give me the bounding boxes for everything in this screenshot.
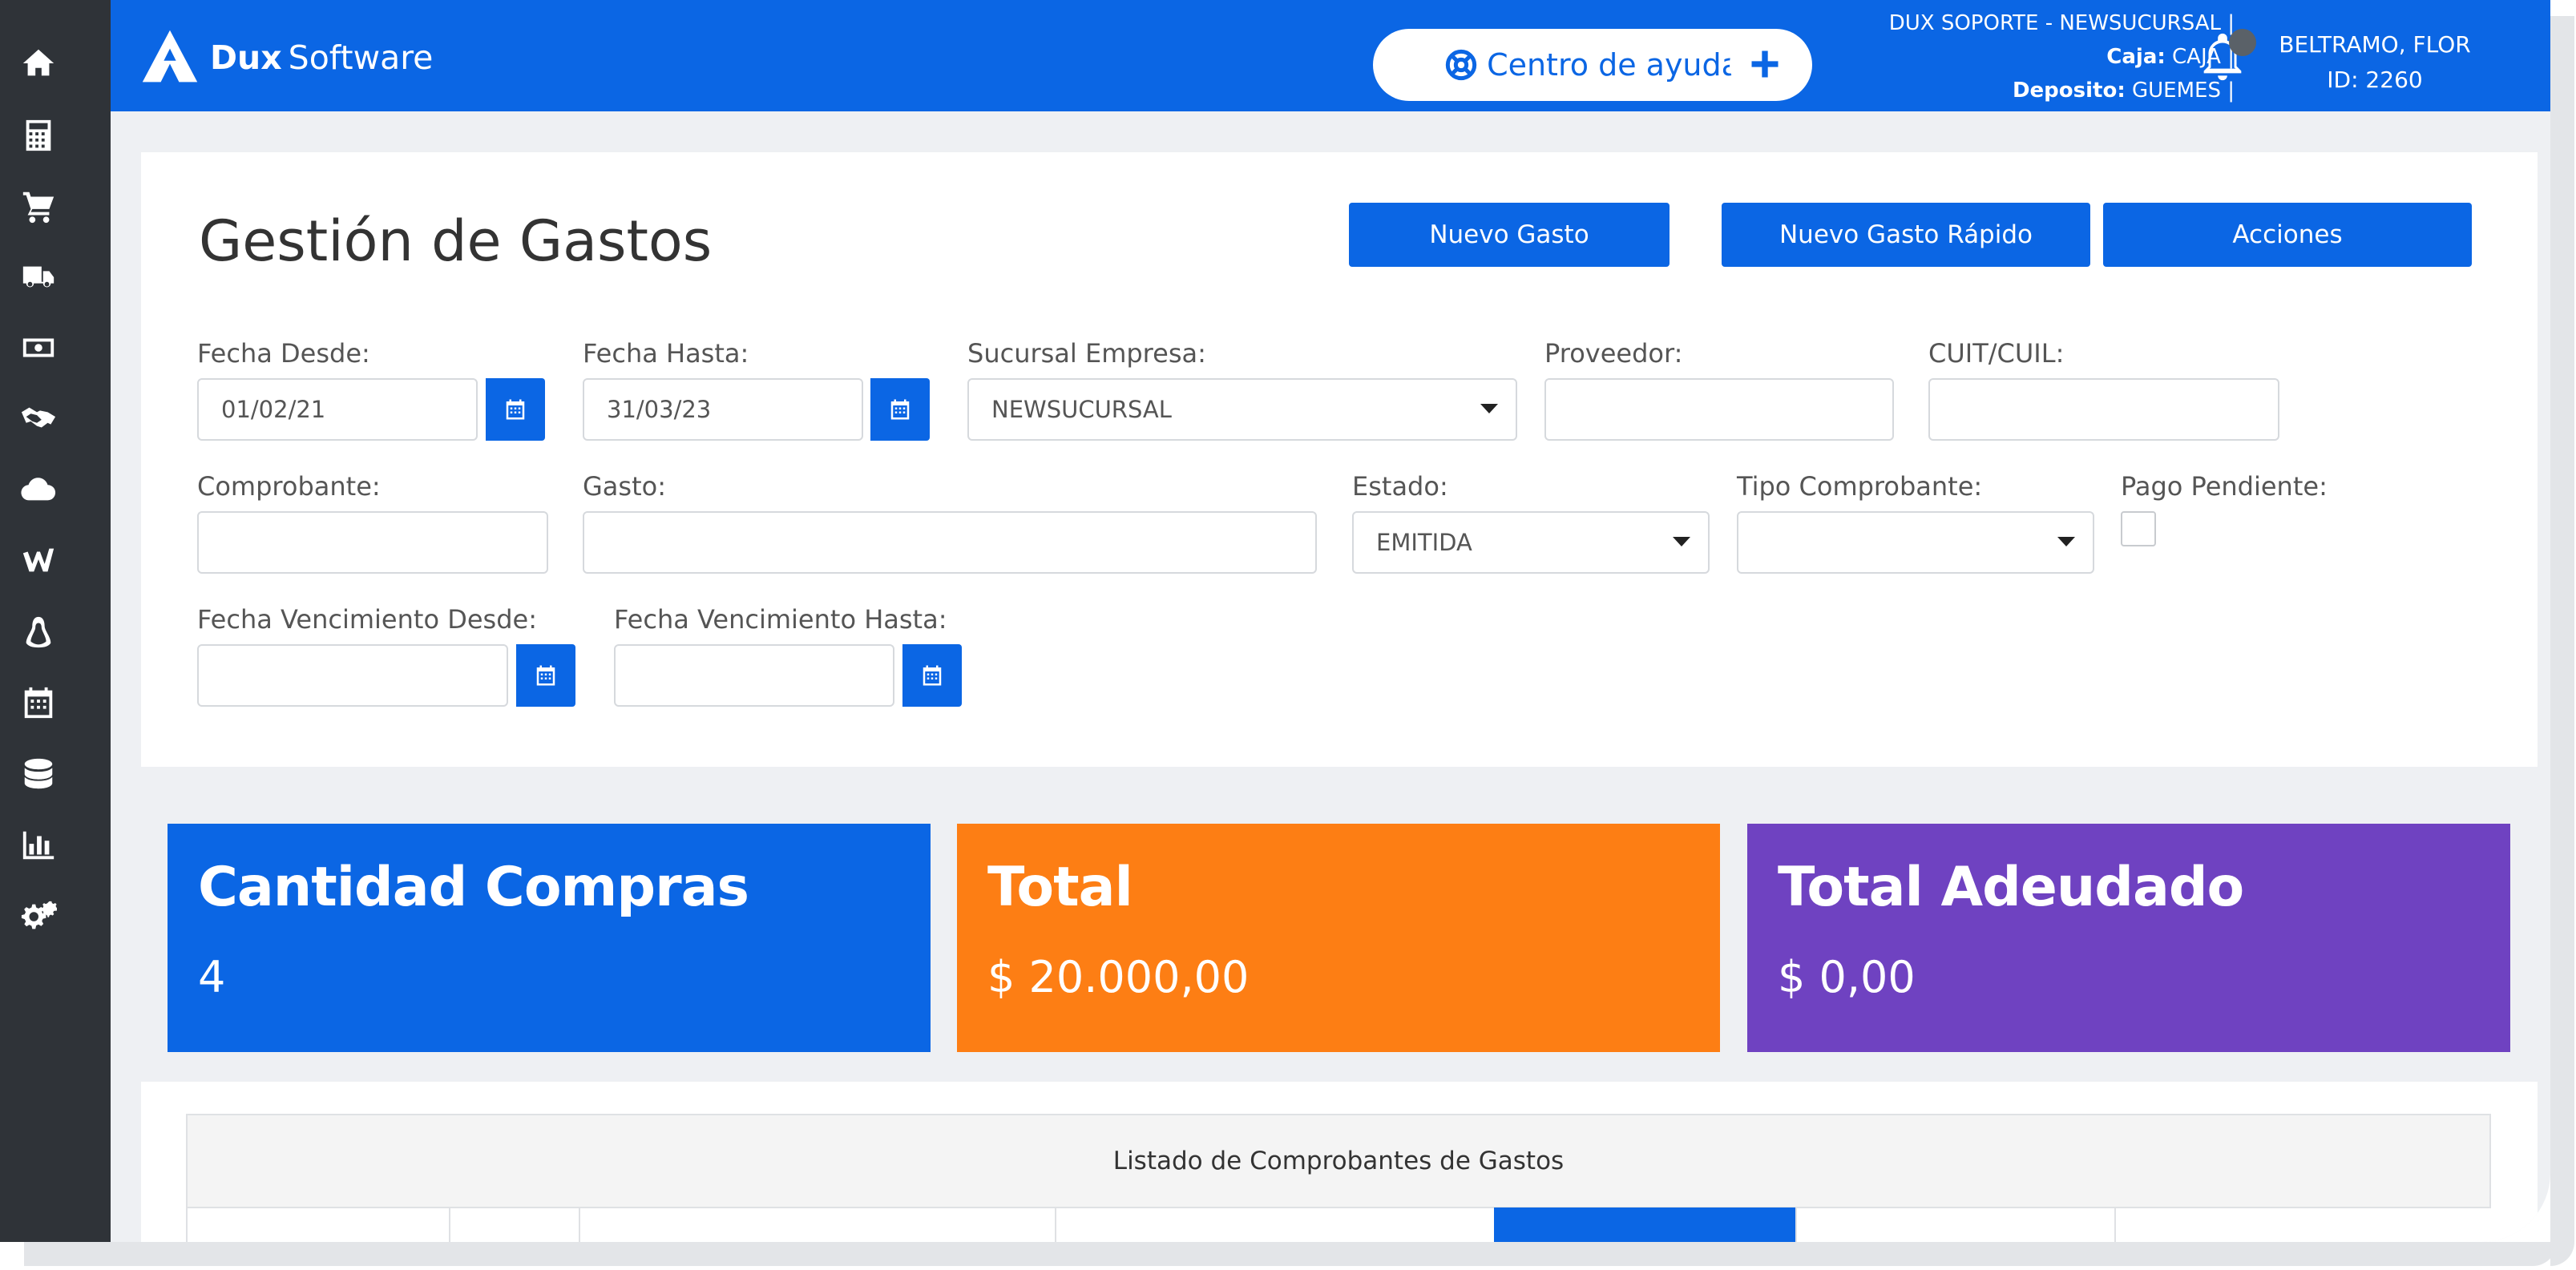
quick-add-button[interactable] <box>1730 29 1800 99</box>
table-column-divider <box>1055 1207 1056 1242</box>
stat-value: $ 0,00 <box>1778 952 1916 1002</box>
estado-select[interactable]: EMITIDA <box>1352 511 1710 574</box>
table-column-divider <box>1795 1207 1797 1242</box>
top-header: Dux Software Centro de ayuda DUX SOPORTE… <box>111 0 2550 111</box>
caja-info: Caja: CAJA | <box>2106 45 2235 69</box>
comprobante-input[interactable] <box>197 511 548 574</box>
dux-logo-icon <box>142 30 198 83</box>
session-context: DUX SOPORTE - NEWSUCURSAL | Caja: CAJA |… <box>1818 6 2235 107</box>
app-window: Dux Software Centro de ayuda DUX SOPORTE… <box>0 0 2550 1242</box>
user-name: BELTRAMO, FLOR <box>2279 31 2471 58</box>
comprobante-label: Comprobante: <box>197 471 381 502</box>
sucursal-label: Sucursal Empresa: <box>967 338 1206 369</box>
calendar-icon <box>506 399 525 420</box>
sidebar <box>0 0 111 1242</box>
venc-desde-input[interactable] <box>197 644 508 707</box>
money-icon[interactable] <box>19 329 58 367</box>
cart-icon[interactable] <box>19 187 58 225</box>
actions-button[interactable]: Acciones <box>2103 203 2472 267</box>
stat-card-total-adeudado: Total Adeudado $ 0,00 <box>1747 824 2510 1052</box>
fecha-desde-label: Fecha Desde: <box>197 338 370 369</box>
venc-hasta-input[interactable] <box>614 644 894 707</box>
stat-card-cantidad-compras: Cantidad Compras 4 <box>168 824 931 1052</box>
stat-title: Cantidad Compras <box>198 856 749 919</box>
fecha-desde-input[interactable]: 01/02/21 <box>197 378 478 441</box>
brand-name-bold: Dux <box>210 38 282 77</box>
table-column-header-active[interactable] <box>1494 1208 1795 1242</box>
deposito-info: Deposito: GUEMES | <box>2012 79 2235 103</box>
calculator-icon[interactable] <box>19 116 58 155</box>
fecha-hasta-calendar-button[interactable] <box>870 378 930 441</box>
stat-card-total: Total $ 20.000,00 <box>957 824 1720 1052</box>
gasto-label: Gasto: <box>583 471 666 502</box>
brand-w-icon[interactable] <box>19 542 58 580</box>
chevron-down-icon <box>1673 537 1690 546</box>
tipo-comprobante-label: Tipo Comprobante: <box>1737 471 1983 502</box>
venc-desde-label: Fecha Vencimiento Desde: <box>197 604 537 635</box>
venc-desde-calendar-button[interactable] <box>516 644 575 707</box>
new-expense-button[interactable]: Nuevo Gasto <box>1349 203 1670 267</box>
cuit-input[interactable] <box>1928 378 2279 441</box>
pago-pendiente-checkbox[interactable] <box>2121 511 2156 546</box>
fecha-desde-calendar-button[interactable] <box>486 378 545 441</box>
table-column-divider <box>186 1207 188 1242</box>
table-column-divider <box>579 1207 580 1242</box>
fecha-hasta-input[interactable]: 31/03/23 <box>583 378 863 441</box>
tipo-comprobante-select[interactable] <box>1737 511 2094 574</box>
pago-pendiente-label: Pago Pendiente: <box>2121 471 2328 502</box>
venc-hasta-calendar-button[interactable] <box>902 644 962 707</box>
stat-title: Total Adeudado <box>1778 856 2244 919</box>
user-info[interactable]: BELTRAMO, FLOR ID: 2260 <box>2267 27 2483 98</box>
brand-name-light: Software <box>288 38 434 77</box>
database-icon[interactable] <box>19 755 58 793</box>
brand-logo[interactable]: Dux Software <box>139 26 433 90</box>
proveedor-label: Proveedor: <box>1544 338 1683 369</box>
plus-icon <box>1751 50 1779 78</box>
filters-panel: Gestión de Gastos Nuevo Gasto Nuevo Gast… <box>141 152 2538 767</box>
expense-list-panel: Listado de Comprobantes de Gastos <box>141 1082 2538 1242</box>
truck-icon[interactable] <box>19 258 58 296</box>
gasto-input[interactable] <box>583 511 1317 574</box>
proveedor-input[interactable] <box>1544 378 1894 441</box>
lifebuoy-icon <box>1445 49 1477 81</box>
notification-badge <box>2229 29 2256 56</box>
bar-chart-icon[interactable] <box>19 826 58 865</box>
table-column-divider <box>2114 1207 2116 1242</box>
stat-value: 4 <box>198 952 226 1002</box>
calendar-icon <box>536 665 555 686</box>
estado-label: Estado: <box>1352 471 1448 502</box>
calendar-icon <box>890 399 910 420</box>
help-center-label: Centro de ayuda <box>1487 47 1740 83</box>
home-icon[interactable] <box>19 44 58 83</box>
table-title: Listado de Comprobantes de Gastos <box>186 1114 2491 1208</box>
quick-new-expense-button[interactable]: Nuevo Gasto Rápido <box>1722 203 2090 267</box>
user-id: ID: 2260 <box>2327 67 2423 93</box>
fecha-hasta-label: Fecha Hasta: <box>583 338 749 369</box>
venc-hasta-label: Fecha Vencimiento Hasta: <box>614 604 947 635</box>
calendar-icon <box>923 665 942 686</box>
chevron-down-icon <box>2057 537 2075 546</box>
gears-icon[interactable] <box>19 897 58 936</box>
calendar-icon[interactable] <box>19 683 58 722</box>
chevron-down-icon <box>1480 404 1498 413</box>
linux-icon[interactable] <box>19 613 58 651</box>
estado-value: EMITIDA <box>1376 529 1472 556</box>
cuit-label: CUIT/CUIL: <box>1928 338 2065 369</box>
sucursal-value: NEWSUCURSAL <box>991 396 1172 423</box>
page-title: Gestión de Gastos <box>199 208 713 274</box>
sucursal-select[interactable]: NEWSUCURSAL <box>967 378 1517 441</box>
company-branch: DUX SOPORTE - NEWSUCURSAL | <box>1888 11 2235 35</box>
stat-title: Total <box>987 856 1133 919</box>
stat-value: $ 20.000,00 <box>987 952 1250 1002</box>
table-column-divider <box>449 1207 450 1242</box>
cloud-icon[interactable] <box>19 470 58 509</box>
handshake-icon[interactable] <box>19 399 58 437</box>
